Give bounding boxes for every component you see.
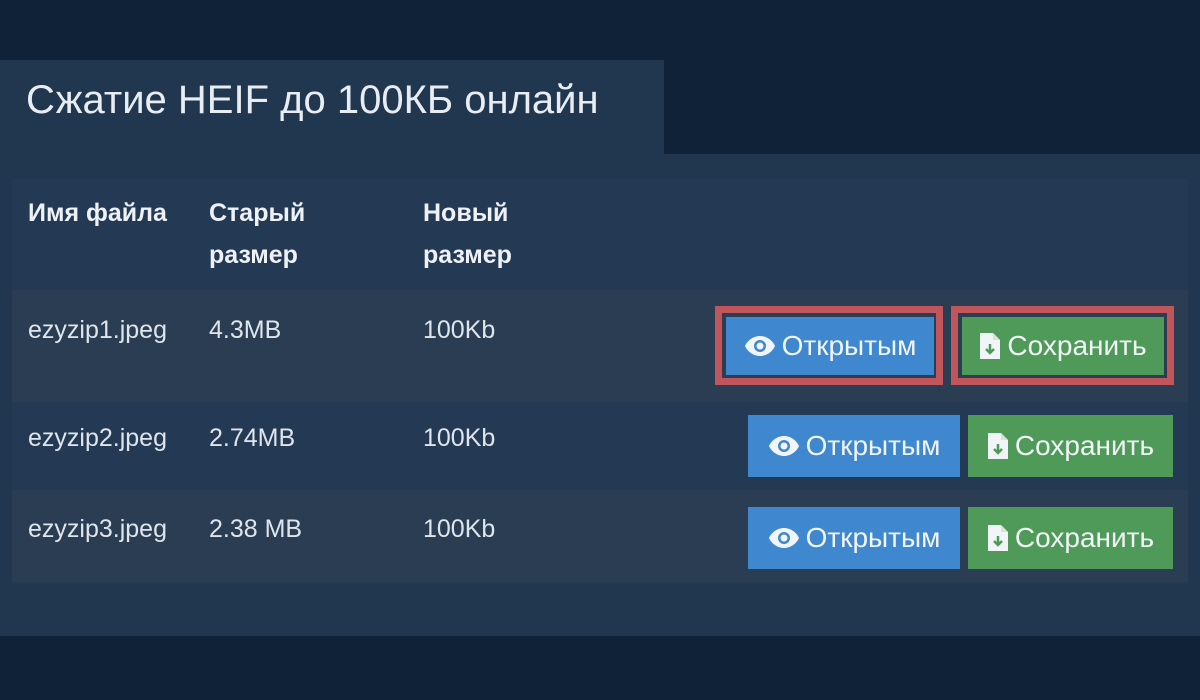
new-size: 100Kb (423, 316, 496, 344)
save-button-label: Сохранить (1007, 330, 1147, 361)
file-download-icon (987, 524, 1009, 552)
eye-icon (768, 527, 800, 549)
open-button-label: Открытым (781, 330, 917, 361)
new-size: 100Kb (423, 515, 496, 543)
file-name: ezyzip1.jpeg (28, 316, 167, 344)
save-button[interactable]: Сохранить (962, 317, 1164, 375)
file-download-icon (987, 432, 1009, 460)
open-button[interactable]: Открытым (748, 507, 960, 569)
header-new-size: Новый размер (423, 199, 512, 269)
save-button[interactable]: Сохранить (968, 507, 1173, 569)
file-name: ezyzip3.jpeg (28, 515, 167, 543)
open-button[interactable]: Открытым (748, 415, 960, 477)
open-button-label: Открытым (805, 430, 941, 461)
old-size: 4.3MB (209, 316, 282, 344)
header-file-name: Имя файла (28, 199, 167, 227)
page-title: Сжатие HEIF до 100КБ онлайн (26, 78, 599, 122)
old-size: 2.38 MB (209, 515, 303, 543)
open-button[interactable]: Открытым (726, 317, 934, 375)
open-button-label: Открытым (805, 522, 941, 553)
eye-icon (768, 435, 800, 457)
save-button-label: Сохранить (1014, 430, 1155, 461)
eye-icon (744, 335, 776, 357)
save-button[interactable]: Сохранить (968, 415, 1173, 477)
file-name: ezyzip2.jpeg (28, 424, 167, 452)
header-old-size: Старый размер (209, 199, 306, 269)
old-size: 2.74MB (209, 424, 296, 452)
new-size: 100Kb (423, 424, 496, 452)
save-button-label: Сохранить (1014, 522, 1155, 553)
file-download-icon (979, 332, 1001, 360)
